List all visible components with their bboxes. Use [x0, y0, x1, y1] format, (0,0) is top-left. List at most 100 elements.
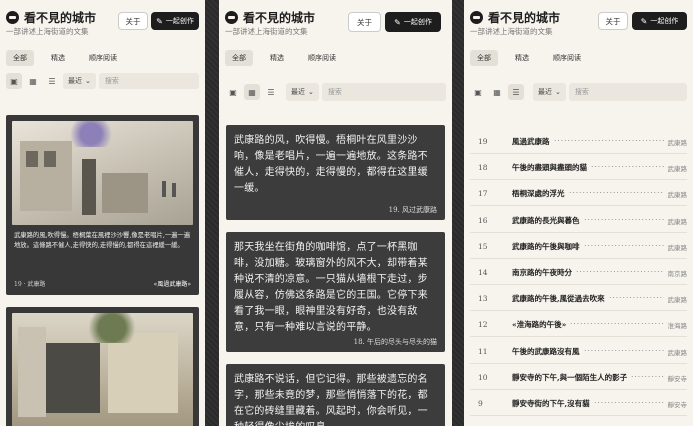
- grid-view-icon[interactable]: ▦: [25, 73, 41, 89]
- grid-view-icon[interactable]: ▦: [489, 84, 505, 100]
- header: 看不見的城市 一部讲述上海街道的文集 关于 ✎ 一起创作: [6, 8, 199, 38]
- header: 看不見的城市 一部讲述上海街道的文集 关于 ✎ 一起创作: [225, 8, 446, 38]
- image-view-icon[interactable]: ▣: [6, 73, 22, 89]
- story-number: 17: [478, 189, 488, 199]
- list-item[interactable]: 10 靜安寺的下午,與一個陌生人的影子······················…: [470, 364, 687, 390]
- tab-featured[interactable]: 精选: [263, 50, 291, 66]
- list-item[interactable]: 15 武康路的午後與咖啡 ·····························…: [470, 233, 687, 259]
- story-number: 18: [478, 163, 488, 173]
- tab-featured[interactable]: 精选: [44, 50, 72, 66]
- dot-leader: ········································…: [584, 345, 664, 355]
- filter-tabs: 全部 精选 顺序阅读: [225, 50, 446, 66]
- tab-featured[interactable]: 精选: [508, 50, 536, 66]
- story-title: 靜安寺街的下午,沒有貓: [512, 399, 590, 408]
- story-street: 淮海路: [667, 322, 688, 331]
- view-toolbar: ▣ ▦ ☰ 最近 ⌄: [6, 72, 199, 90]
- dot-leader: ········································…: [576, 267, 664, 276]
- tab-sequential[interactable]: 顺序阅读: [546, 50, 588, 66]
- panel-text-cards-view: 看不見的城市 一部讲述上海街道的文集 关于 ✎ 一起创作 全部 精选 顺序阅读 …: [219, 0, 452, 426]
- story-title: 梧桐深處的浮光: [512, 189, 565, 199]
- list-item[interactable]: 18 午後的盡頭與盡頭的貓 ····························…: [470, 154, 688, 181]
- list-view-icon[interactable]: ☰: [508, 84, 524, 100]
- pen-icon: ✎: [640, 16, 648, 26]
- list-item[interactable]: 17 梧桐深處的浮光 ·······························…: [470, 180, 687, 207]
- story-title: 武康路的午後,風從過去吹來: [512, 294, 605, 304]
- chevron-down-icon: ⌄: [308, 88, 314, 96]
- search-input[interactable]: [98, 73, 199, 89]
- logo-icon: [6, 11, 19, 24]
- story-number: 12: [478, 320, 488, 330]
- chevron-down-icon: ⌄: [555, 88, 561, 96]
- list-item[interactable]: 14 南京路的午夜時分 ······························…: [470, 259, 687, 285]
- street-photo: [12, 121, 193, 225]
- search-input[interactable]: [568, 83, 687, 101]
- sort-label: 最近: [291, 88, 305, 96]
- logo-icon: [470, 11, 483, 24]
- list-item[interactable]: 16 武康路的長光與暮色 ·····························…: [470, 207, 687, 233]
- story-street: 靜安寺: [667, 374, 688, 383]
- create-button-label: 一起创作: [403, 18, 432, 26]
- about-button[interactable]: 关于: [118, 12, 148, 30]
- story-street: 武康路: [667, 165, 688, 174]
- story-title: «淮海路的午後»: [512, 320, 567, 330]
- tab-all[interactable]: 全部: [6, 50, 34, 66]
- create-button[interactable]: ✎ 一起创作: [151, 12, 199, 30]
- filter-tabs: 全部 精选 顺序阅读: [470, 50, 687, 66]
- story-title: 靜安寺的下午,與一個陌生人的影子: [512, 372, 628, 382]
- story-card[interactable]: 武康路不说话，但它记得。那些被遗忘的名字，那些未竟的梦，那些悄悄落下的花，都在它…: [226, 364, 445, 426]
- sort-select[interactable]: 最近 ⌄: [63, 73, 96, 89]
- about-button[interactable]: 关于: [348, 12, 381, 32]
- story-title: 風過武康路: [512, 137, 550, 146]
- story-title: 南京路的午夜時分: [512, 268, 572, 277]
- image-view-icon[interactable]: ▣: [225, 84, 241, 100]
- tab-sequential[interactable]: 顺序阅读: [301, 50, 343, 66]
- list-view-icon[interactable]: ☰: [263, 84, 279, 100]
- create-button[interactable]: ✎ 一起创作: [632, 12, 687, 30]
- story-title: 武康路的長光與暮色: [512, 215, 580, 225]
- story-street: 武康路: [667, 243, 688, 252]
- tab-all[interactable]: 全部: [225, 50, 253, 66]
- street-photo: [12, 313, 193, 426]
- story-card[interactable]: 武康路的風,吹得慢。梧桐葉在風裡沙沙響,像是老唱片,一遍一遍地放。這條路不催人,…: [6, 115, 199, 295]
- list-view-icon[interactable]: ☰: [44, 73, 60, 89]
- list-item[interactable]: 9 靜安寺街的下午,沒有貓 ····························…: [470, 390, 687, 416]
- story-number: 19: [478, 137, 488, 146]
- story-title: 午後的武康路沒有風: [512, 346, 580, 356]
- tab-sequential[interactable]: 顺序阅读: [82, 50, 124, 66]
- list-item[interactable]: 19 風過武康路 ·································…: [470, 128, 687, 154]
- app-subtitle: 一部讲述上海街道的文集: [470, 27, 553, 36]
- create-button-label: 一起创作: [650, 17, 679, 25]
- dot-leader: ········································…: [591, 162, 664, 172]
- app-title: 看不見的城市: [24, 11, 97, 25]
- view-toolbar: ▣ ▦ ☰ 最近 ⌄: [470, 82, 687, 102]
- sort-select[interactable]: 最近 ⌄: [533, 83, 566, 101]
- app-subtitle: 一部讲述上海街道的文集: [6, 27, 89, 36]
- card-excerpt: 武康路的风，吹得慢。梧桐叶在风里沙沙响，像是老唱片，一遍一遍地放。这条路不催人，…: [234, 135, 428, 194]
- tab-all[interactable]: 全部: [470, 50, 498, 66]
- card-number: 19 · 武康路: [14, 281, 46, 288]
- sort-select[interactable]: 最近 ⌄: [286, 83, 319, 101]
- list-item[interactable]: 12 «淮海路的午後» ······························…: [470, 311, 688, 338]
- story-number: 13: [478, 294, 488, 304]
- story-card[interactable]: [6, 307, 199, 426]
- list-item[interactable]: 13 武康路的午後,風從過去吹來 ·························…: [470, 285, 687, 312]
- story-street: 武康路: [667, 139, 688, 147]
- card-footer: 18. 午后的尽头与尽头的猫: [353, 338, 437, 346]
- create-button[interactable]: ✎ 一起创作: [385, 12, 441, 32]
- story-card[interactable]: 那天我坐在街角的咖啡馆，点了一杯黑咖啡，没加糖。玻璃窗外的风不大，却带着某种说不…: [226, 232, 445, 352]
- story-card[interactable]: 武康路的风，吹得慢。梧桐叶在风里沙沙响，像是老唱片，一遍一遍地放。这条路不催人，…: [226, 125, 445, 220]
- panel-cards-view: 看不見的城市 一部讲述上海街道的文集 关于 ✎ 一起创作 全部 精选 顺序阅读 …: [0, 0, 205, 426]
- list-item[interactable]: 11 午後的武康路沒有風 ·····························…: [470, 338, 687, 364]
- view-toolbar: ▣ ▦ ☰ 最近 ⌄: [225, 82, 446, 102]
- dot-leader: ········································…: [584, 214, 664, 224]
- grid-view-icon[interactable]: ▦: [244, 84, 260, 100]
- card-title: «風過武康路»: [153, 281, 191, 288]
- logo-icon: [225, 11, 238, 24]
- app-subtitle: 一部讲述上海街道的文集: [225, 27, 308, 36]
- story-street: 武康路: [667, 348, 688, 357]
- dot-leader: ········································…: [631, 371, 664, 381]
- header: 看不見的城市 一部讲述上海街道的文集 关于 ✎ 一起创作: [470, 8, 687, 38]
- image-view-icon[interactable]: ▣: [470, 84, 486, 100]
- search-input[interactable]: [321, 83, 446, 101]
- about-button[interactable]: 关于: [598, 12, 628, 30]
